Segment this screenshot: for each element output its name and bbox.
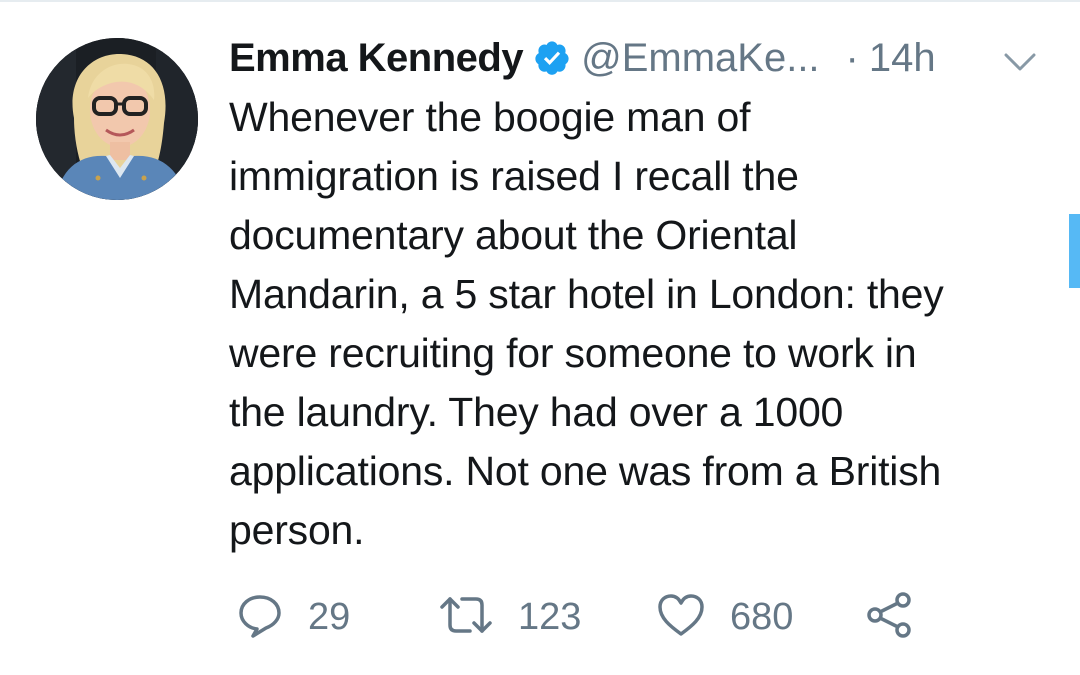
heart-icon <box>656 591 706 644</box>
tweet-actions: 29 123 680 <box>0 590 1080 645</box>
chevron-down-icon[interactable] <box>1000 47 1040 77</box>
scroll-indicator <box>1069 214 1080 288</box>
retweet-count: 123 <box>518 595 582 638</box>
timestamp[interactable]: 14h <box>869 36 936 81</box>
reply-button[interactable]: 29 <box>236 592 350 642</box>
share-icon <box>865 590 915 645</box>
tweet-text: Whenever the boogie man of immigration i… <box>229 94 944 553</box>
verified-badge-icon <box>533 39 571 77</box>
separator-dot: · <box>845 35 859 80</box>
user-handle[interactable]: @EmmaKe... <box>581 36 819 81</box>
avatar-image <box>36 38 198 200</box>
tweet-header: Emma Kennedy @EmmaKe... · 14h <box>229 30 936 86</box>
share-button[interactable] <box>865 590 915 645</box>
like-count: 680 <box>730 595 794 638</box>
like-button[interactable]: 680 <box>656 592 793 642</box>
reply-bubble-icon <box>236 591 284 644</box>
display-name[interactable]: Emma Kennedy <box>229 36 524 81</box>
retweet-button[interactable]: 123 <box>438 592 581 642</box>
reply-count: 29 <box>308 595 351 638</box>
avatar[interactable] <box>36 38 198 200</box>
retweet-icon <box>438 591 494 644</box>
tweet-card[interactable]: Emma Kennedy @EmmaKe... · 14h Whenever t… <box>0 0 1080 675</box>
